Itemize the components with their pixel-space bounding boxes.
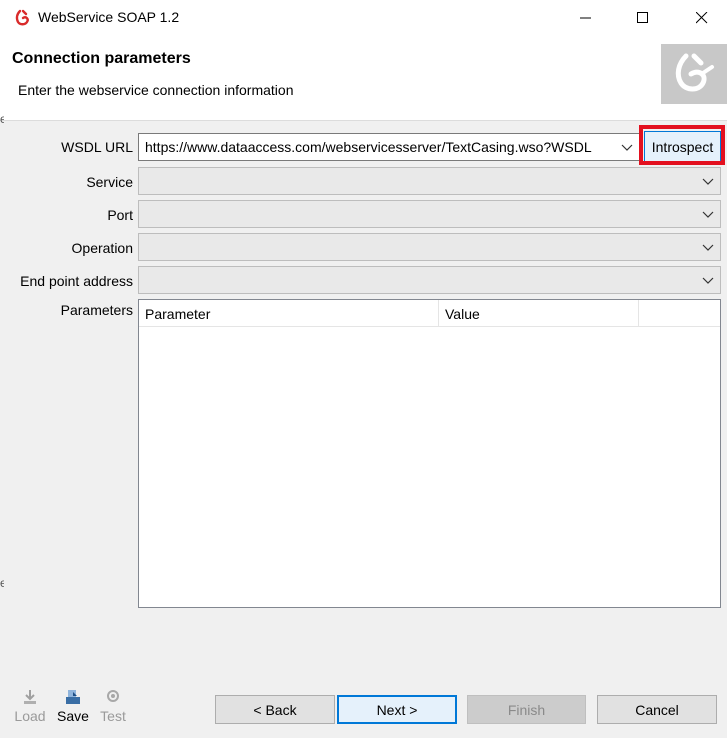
load-icon — [24, 690, 36, 704]
chevron-down-icon — [702, 244, 714, 251]
close-icon — [696, 12, 708, 24]
highlight-box — [639, 125, 725, 165]
chevron-down-icon — [702, 178, 714, 185]
parameters-label: Parameters — [60, 302, 133, 318]
service-combo[interactable] — [138, 167, 721, 195]
edge-artifact: e — [0, 576, 4, 590]
wizard-header: Connection parameters Enter the webservi… — [0, 36, 727, 121]
edge-artifact: e — [0, 112, 4, 126]
maximize-icon — [637, 12, 648, 23]
save-label: Save — [57, 708, 89, 724]
minimize-icon — [580, 17, 591, 19]
title-bar: WebService SOAP 1.2 — [0, 0, 727, 36]
brand-logo-icon — [675, 53, 714, 92]
endpoint-combo[interactable] — [138, 266, 721, 294]
minimize-button[interactable] — [563, 0, 609, 36]
maximize-button[interactable] — [620, 0, 666, 36]
test-label: Test — [100, 708, 126, 724]
brand-logo — [661, 44, 727, 104]
endpoint-label: End point address — [20, 273, 133, 289]
save-icon — [66, 690, 80, 704]
chevron-down-icon — [702, 211, 714, 218]
chevron-down-icon — [621, 144, 633, 151]
load-button[interactable]: Load — [10, 688, 50, 724]
test-icon — [107, 690, 119, 702]
load-label: Load — [14, 708, 46, 724]
service-label: Service — [86, 174, 133, 190]
port-label: Port — [107, 207, 133, 223]
wsdl-url-combo[interactable]: https://www.dataaccess.com/webservicesse… — [138, 133, 640, 161]
cancel-button[interactable]: Cancel — [597, 695, 717, 724]
close-button[interactable] — [679, 0, 725, 36]
column-header-value[interactable]: Value — [439, 300, 639, 327]
finish-button[interactable]: Finish — [467, 695, 586, 724]
port-combo[interactable] — [138, 200, 721, 228]
operation-label: Operation — [71, 240, 133, 256]
column-header-parameter[interactable]: Parameter — [139, 300, 439, 327]
wsdl-url-label: WSDL URL — [61, 139, 133, 155]
wsdl-url-value: https://www.dataaccess.com/webservicesse… — [145, 139, 592, 155]
window-title: WebService SOAP 1.2 — [38, 9, 180, 25]
parameters-table[interactable]: Parameter Value — [138, 299, 721, 608]
page-title: Connection parameters — [12, 50, 191, 67]
chevron-down-icon — [702, 277, 714, 284]
operation-combo[interactable] — [138, 233, 721, 261]
test-button[interactable]: Test — [93, 688, 133, 724]
page-subtitle: Enter the webservice connection informat… — [18, 82, 294, 98]
app-logo-icon — [15, 9, 29, 26]
save-button[interactable]: Save — [53, 688, 93, 724]
column-header-filler — [639, 300, 720, 327]
next-button[interactable]: Next > — [337, 695, 457, 724]
back-button[interactable]: < Back — [215, 695, 335, 724]
